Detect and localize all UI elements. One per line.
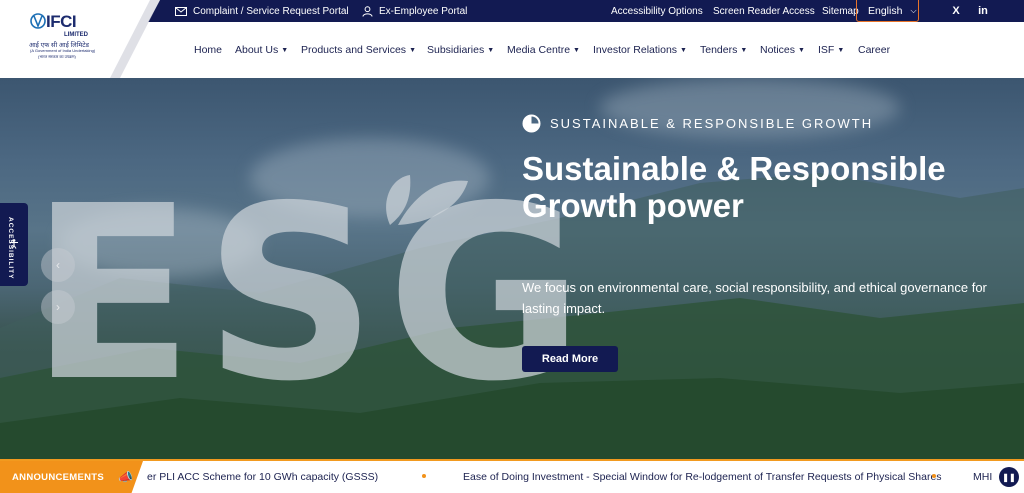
pause-icon: ❚❚ — [1002, 472, 1016, 482]
nav-item-label: Products and Services — [301, 44, 407, 56]
x-social-icon[interactable]: X — [948, 0, 964, 22]
chevron-down-icon: ▼ — [798, 46, 805, 54]
hero-description: We focus on environmental care, social r… — [522, 280, 987, 316]
announcement-item[interactable]: Ease of Doing Investment - Special Windo… — [463, 461, 942, 493]
hero-tagline-text: SUSTAINABLE & RESPONSIBLE GROWTH — [550, 116, 874, 131]
ex-employee-portal-link[interactable]: Ex-Employee Portal — [362, 0, 467, 22]
announcements-label: ANNOUNCEMENTS — [12, 471, 105, 483]
accessibility-icon — [10, 239, 18, 249]
accessibility-options-link[interactable]: Accessibility Options — [611, 0, 703, 22]
nav-item-label: Career — [858, 44, 891, 56]
nav-item-tenders[interactable]: Tenders ▼ — [700, 22, 747, 78]
chevron-down-icon: ▼ — [487, 46, 495, 54]
linkedin-icon[interactable]: in — [975, 0, 991, 22]
nav-item-subsidiaries[interactable]: Subsidiaries ▼ — [427, 22, 494, 78]
screen-reader-access-link[interactable]: Screen Reader Access — [713, 0, 815, 22]
ifci-logo[interactable]: IFCI LIMITED आई एफ सी आई लिमिटेड (A Gove… — [28, 10, 98, 68]
chevron-down-icon: ⌵ — [910, 5, 917, 15]
logo-subtitle-hindi: (भारत सरकार का उपक्रम) — [38, 54, 76, 59]
ticker-separator-dot — [932, 474, 936, 478]
nav-item-media-centre[interactable]: Media Centre ▼ — [507, 22, 580, 78]
mail-icon — [175, 6, 187, 16]
chevron-down-icon: ▼ — [281, 46, 289, 54]
nav-item-label: Investor Relations — [593, 44, 678, 56]
chevron-right-icon: › — [56, 300, 60, 314]
globe-logo-icon — [30, 13, 46, 29]
accessibility-side-tab[interactable]: ACCESSIBILITY — [0, 203, 28, 286]
hero-tagline: SUSTAINABLE & RESPONSIBLE GROWTH — [522, 114, 873, 133]
announcements-label-box: ANNOUNCEMENTS 📣 — [0, 461, 143, 493]
nav-item-label: Home — [194, 44, 223, 56]
nav-item-label: About Us — [235, 44, 279, 56]
complaint-portal-label: Complaint / Service Request Portal — [193, 5, 349, 17]
nav-item-home[interactable]: Home — [194, 22, 222, 78]
chevron-down-icon: ▼ — [573, 46, 580, 54]
leaf-icon — [386, 175, 468, 225]
nav-item-label: Notices — [760, 44, 796, 56]
nav-item-label: ISF — [818, 44, 835, 56]
complaint-portal-link[interactable]: Complaint / Service Request Portal — [175, 0, 349, 22]
logo-limited: LIMITED — [64, 32, 88, 38]
chevron-down-icon: ▼ — [740, 46, 748, 54]
ex-employee-portal-label: Ex-Employee Portal — [379, 5, 468, 17]
chevron-left-icon: ‹ — [56, 258, 60, 272]
language-select[interactable]: English ⌵ — [856, 0, 919, 22]
ticker-separator-dot — [422, 474, 426, 478]
logo-subtitle-english: (A Government of India Undertaking) — [30, 48, 96, 53]
announcements-bar: ANNOUNCEMENTS 📣 er PLI ACC Scheme for 10… — [0, 459, 1024, 493]
chevron-down-icon: ▼ — [837, 46, 845, 54]
nav-item-label: Subsidiaries — [427, 44, 485, 56]
nav-item-notices[interactable]: Notices ▼ — [760, 22, 805, 78]
logo-panel: IFCI LIMITED आई एफ सी आई लिमिटेड (A Gove… — [0, 0, 160, 78]
esg-background-text: ESG — [30, 154, 594, 434]
carousel-next-button[interactable]: › — [41, 290, 75, 324]
read-more-button[interactable]: Read More — [522, 346, 618, 372]
hero-slider: ESG SUSTAINABLE & RESPONSIBLE GROWTH Sus… — [0, 78, 1024, 459]
nav-item-career[interactable]: Career — [858, 22, 890, 78]
user-icon — [362, 5, 373, 17]
nav-item-label: Media Centre — [507, 44, 571, 56]
sitemap-link[interactable]: Sitemap — [822, 0, 859, 22]
chevron-down-icon: ▼ — [680, 46, 687, 54]
logo-wordmark: IFCI — [46, 12, 77, 31]
language-value: English — [868, 4, 903, 17]
ticker-pause-button[interactable]: ❚❚ — [999, 467, 1019, 487]
nav-item-about-us[interactable]: About Us ▼ — [235, 22, 288, 78]
megaphone-icon: 📣 — [118, 470, 134, 484]
nav-item-isf[interactable]: ISF ▼ — [818, 22, 844, 78]
pie-chart-icon — [522, 114, 541, 133]
nav-item-investor-relations[interactable]: Investor Relations ▼ — [593, 22, 687, 78]
nav-item-label: Tenders — [700, 44, 738, 56]
nav-item-products-and-services[interactable]: Products and Services ▼ — [301, 22, 416, 78]
carousel-prev-button[interactable]: ‹ — [41, 248, 75, 282]
hero-title: Sustainable & Responsible Growth power — [522, 150, 946, 224]
chevron-down-icon: ▼ — [409, 46, 416, 54]
announcement-item[interactable]: er PLI ACC Scheme for 10 GWh capacity (G… — [147, 461, 378, 493]
announcement-item[interactable]: MHI — [973, 461, 992, 493]
